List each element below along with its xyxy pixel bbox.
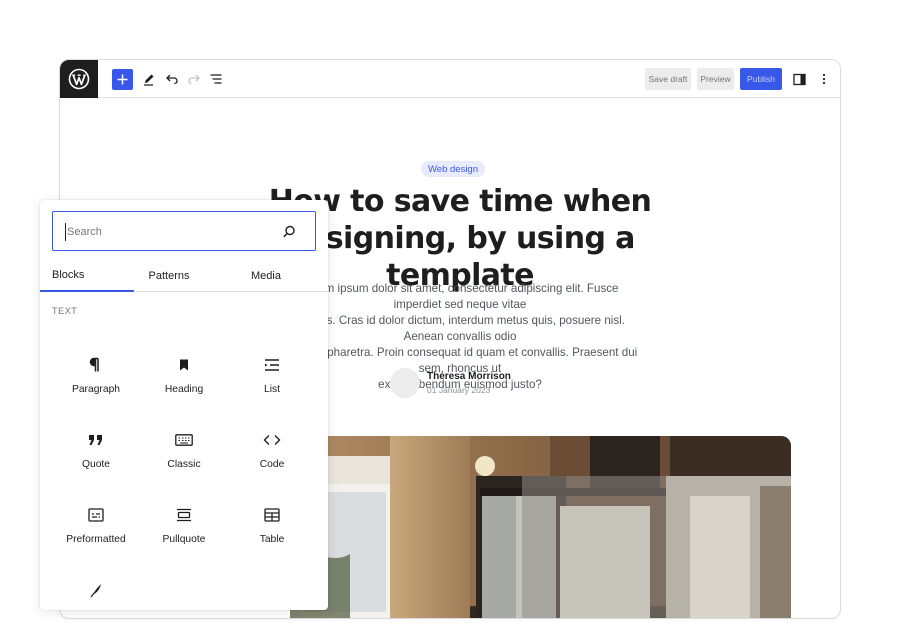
block-label: Classic [167, 459, 201, 470]
block-inserter-panel: Search Blocks Patterns Media TEXT Paragr… [40, 200, 328, 610]
save-draft-button[interactable]: Save draft [645, 68, 691, 90]
block-label: Quote [81, 459, 111, 470]
edit-pencil-icon[interactable] [139, 69, 159, 89]
tab-media[interactable]: Media [230, 260, 302, 292]
author-name: Theresa Morrison [427, 371, 511, 382]
avatar [390, 368, 420, 398]
post-date: 01 January 2023 [427, 385, 491, 395]
search-icon[interactable] [281, 224, 297, 240]
block-preformatted[interactable]: Preformatted [52, 497, 140, 557]
block-label: Table [259, 534, 285, 545]
editor-toolbar: Save draft Preview Publish [60, 60, 840, 98]
block-list[interactable]: List [228, 347, 316, 407]
block-classic[interactable]: Classic [140, 422, 228, 482]
search-input[interactable]: Search [65, 223, 265, 241]
verse-icon [86, 580, 106, 600]
undo-icon[interactable] [162, 69, 182, 89]
paragraph-icon [86, 355, 106, 375]
category-badge[interactable]: Web design [421, 161, 485, 177]
excerpt-line-1: Lorem ipsum dolor sit amet, consectetur … [301, 282, 619, 311]
redo-icon[interactable] [184, 69, 204, 89]
excerpt-line-2: facilisis. Cras id dolor dictum, interdu… [295, 314, 625, 343]
block-label: Paragraph [71, 384, 121, 395]
classic-icon [174, 430, 194, 450]
publish-button[interactable]: Publish [740, 68, 782, 90]
quote-icon [86, 430, 106, 450]
heading-icon [174, 355, 194, 375]
post-author: Theresa Morrison 01 January 2023 [390, 368, 511, 398]
tab-patterns[interactable]: Patterns [134, 260, 204, 292]
block-table[interactable]: Table [228, 497, 316, 557]
block-label: Preformatted [66, 534, 126, 545]
block-code[interactable]: Code [228, 422, 316, 482]
list-icon [262, 355, 282, 375]
pullquote-icon [174, 505, 194, 525]
add-block-button[interactable] [112, 69, 133, 90]
preformatted-icon [86, 505, 106, 525]
more-options-icon[interactable] [814, 69, 834, 89]
block-label: Code [259, 459, 285, 470]
preview-button[interactable]: Preview [697, 68, 734, 90]
block-label: Pullquote [162, 534, 206, 545]
settings-sidebar-icon[interactable] [789, 69, 809, 89]
block-label: List [263, 384, 281, 395]
search-box[interactable]: Search [52, 211, 316, 251]
block-verse[interactable] [52, 572, 140, 632]
block-heading[interactable]: Heading [140, 347, 228, 407]
featured-image[interactable] [290, 436, 791, 618]
tab-blocks[interactable]: Blocks [40, 260, 134, 292]
document-overview-icon[interactable] [206, 69, 226, 89]
inserter-tabs: Blocks Patterns Media [40, 260, 328, 292]
block-quote[interactable]: Quote [52, 422, 140, 482]
code-icon [262, 430, 282, 450]
block-label: Heading [164, 384, 204, 395]
section-heading-text: TEXT [52, 306, 78, 316]
table-icon [262, 505, 282, 525]
block-paragraph[interactable]: Paragraph [52, 347, 140, 407]
block-pullquote[interactable]: Pullquote [140, 497, 228, 557]
wordpress-logo-icon[interactable] [60, 60, 98, 98]
